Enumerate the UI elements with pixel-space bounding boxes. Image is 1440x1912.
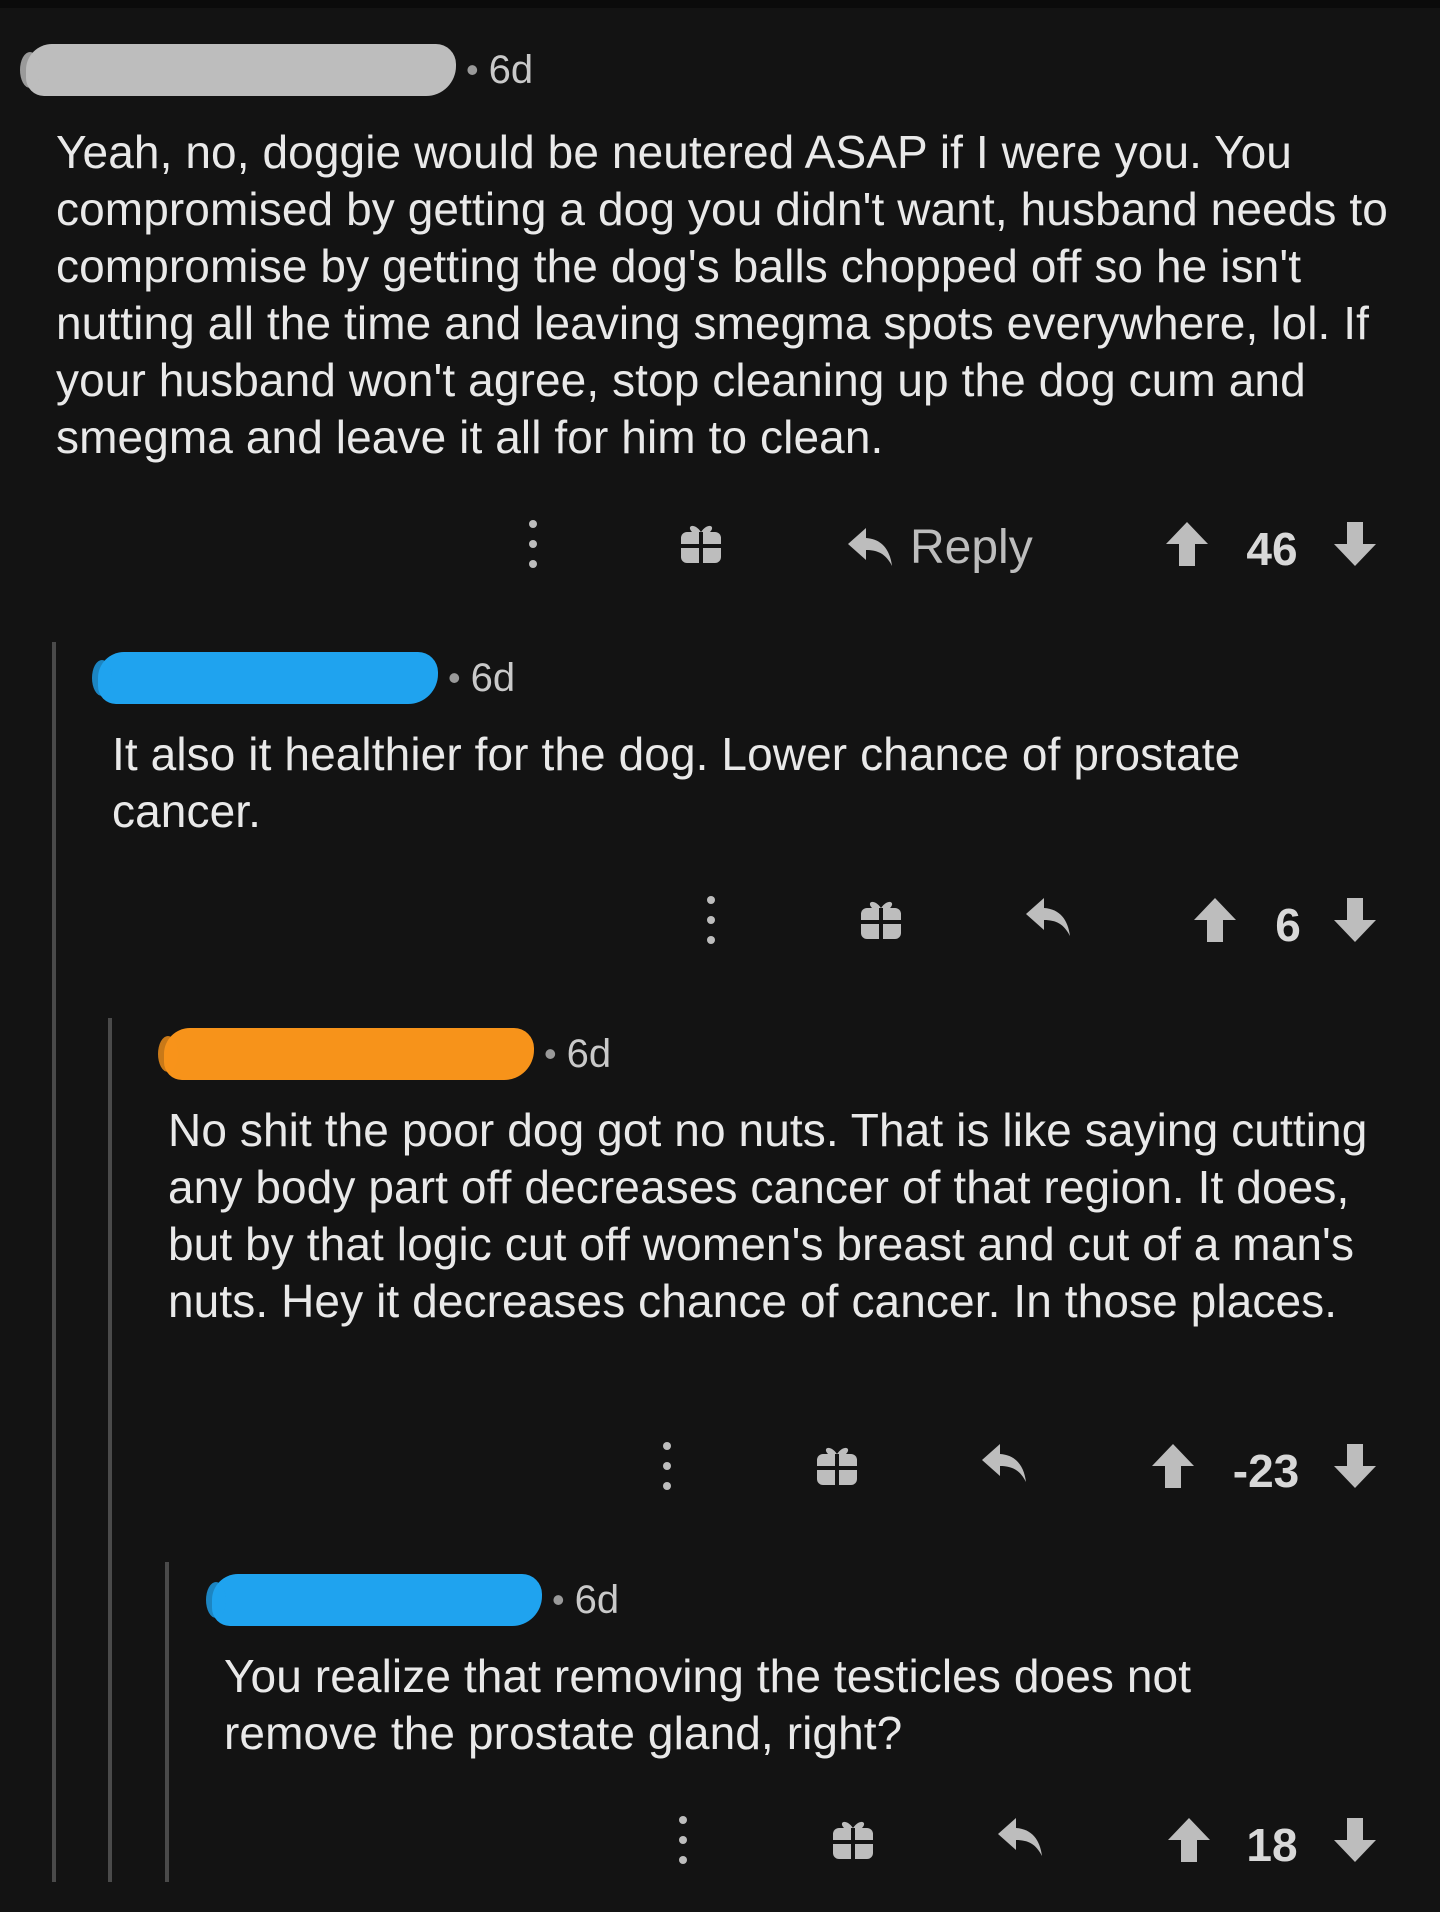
comment-timestamp: 6d	[574, 1577, 620, 1622]
downvote-button[interactable]	[1332, 520, 1378, 568]
gift-icon	[817, 1447, 857, 1485]
award-button[interactable]	[814, 1442, 860, 1488]
gift-icon	[681, 525, 721, 563]
comment-body: It also it healthier for the dog. Lower …	[112, 728, 1241, 837]
more-icon	[529, 520, 537, 528]
more-options-button[interactable]	[676, 1816, 690, 1864]
meta-separator: •	[552, 1579, 565, 1620]
top-divider	[0, 0, 1440, 8]
downvote-icon	[1334, 522, 1376, 566]
upvote-icon	[1152, 1444, 1194, 1488]
vote-score: -23	[1232, 1445, 1300, 1497]
award-button[interactable]	[678, 520, 724, 566]
downvote-button[interactable]	[1332, 1442, 1378, 1490]
reply-label: Reply	[910, 521, 1033, 574]
downvote-icon	[1334, 1444, 1376, 1488]
gift-icon	[861, 901, 901, 939]
upvote-icon	[1166, 522, 1208, 566]
meta-separator: •	[448, 657, 461, 698]
more-options-button[interactable]	[660, 1442, 674, 1490]
comment-timestamp: 6d	[566, 1031, 612, 1076]
more-options-button[interactable]	[526, 520, 540, 568]
upvote-button[interactable]	[1164, 520, 1210, 568]
reply-button[interactable]	[1024, 896, 1074, 940]
thread-line-depth-1[interactable]	[52, 642, 56, 1882]
vote-score: 46	[1246, 523, 1298, 575]
thread-line-depth-2[interactable]	[108, 1018, 112, 1882]
more-options-button[interactable]	[704, 896, 718, 944]
vote-score: 18	[1246, 1819, 1298, 1871]
upvote-button[interactable]	[1166, 1816, 1212, 1864]
reply-icon	[982, 1444, 1026, 1482]
comment-body: Yeah, no, doggie would be neutered ASAP …	[56, 126, 1388, 463]
reply-icon	[998, 1818, 1042, 1856]
more-icon	[679, 1816, 687, 1824]
meta-separator: •	[466, 49, 479, 90]
upvote-button[interactable]	[1192, 896, 1238, 944]
upvote-icon	[1168, 1818, 1210, 1862]
more-icon	[707, 896, 715, 904]
comment-meta: • 6d	[158, 1028, 612, 1080]
downvote-icon	[1334, 1818, 1376, 1862]
comment-meta: • 6d	[92, 652, 516, 704]
comment-body: No shit the poor dog got no nuts. That i…	[168, 1104, 1368, 1327]
reply-icon	[848, 527, 892, 566]
upvote-icon	[1194, 898, 1236, 942]
reply-button[interactable]: Reply	[846, 520, 1033, 575]
more-icon	[663, 1442, 671, 1450]
comment-meta: • 6d	[206, 1574, 620, 1626]
comment-timestamp: 6d	[470, 655, 516, 700]
reply-button[interactable]	[980, 1442, 1030, 1486]
thread-line-depth-3[interactable]	[165, 1562, 169, 1882]
redacted-username	[20, 44, 456, 96]
upvote-button[interactable]	[1150, 1442, 1196, 1490]
comment-body: You realize that removing the testicles …	[224, 1650, 1192, 1759]
gift-icon	[833, 1821, 873, 1859]
redacted-username	[206, 1574, 542, 1626]
downvote-button[interactable]	[1332, 896, 1378, 944]
meta-separator: •	[544, 1033, 557, 1074]
reply-button[interactable]	[996, 1816, 1046, 1860]
reply-icon	[1026, 898, 1070, 936]
redacted-username	[92, 652, 438, 704]
redacted-username	[158, 1028, 534, 1080]
comment-timestamp: 6d	[488, 47, 534, 92]
award-button[interactable]	[830, 1816, 876, 1862]
comment-meta: • 6d	[20, 44, 534, 96]
vote-score: 6	[1275, 899, 1301, 951]
downvote-button[interactable]	[1332, 1816, 1378, 1864]
downvote-icon	[1334, 898, 1376, 942]
award-button[interactable]	[858, 896, 904, 942]
